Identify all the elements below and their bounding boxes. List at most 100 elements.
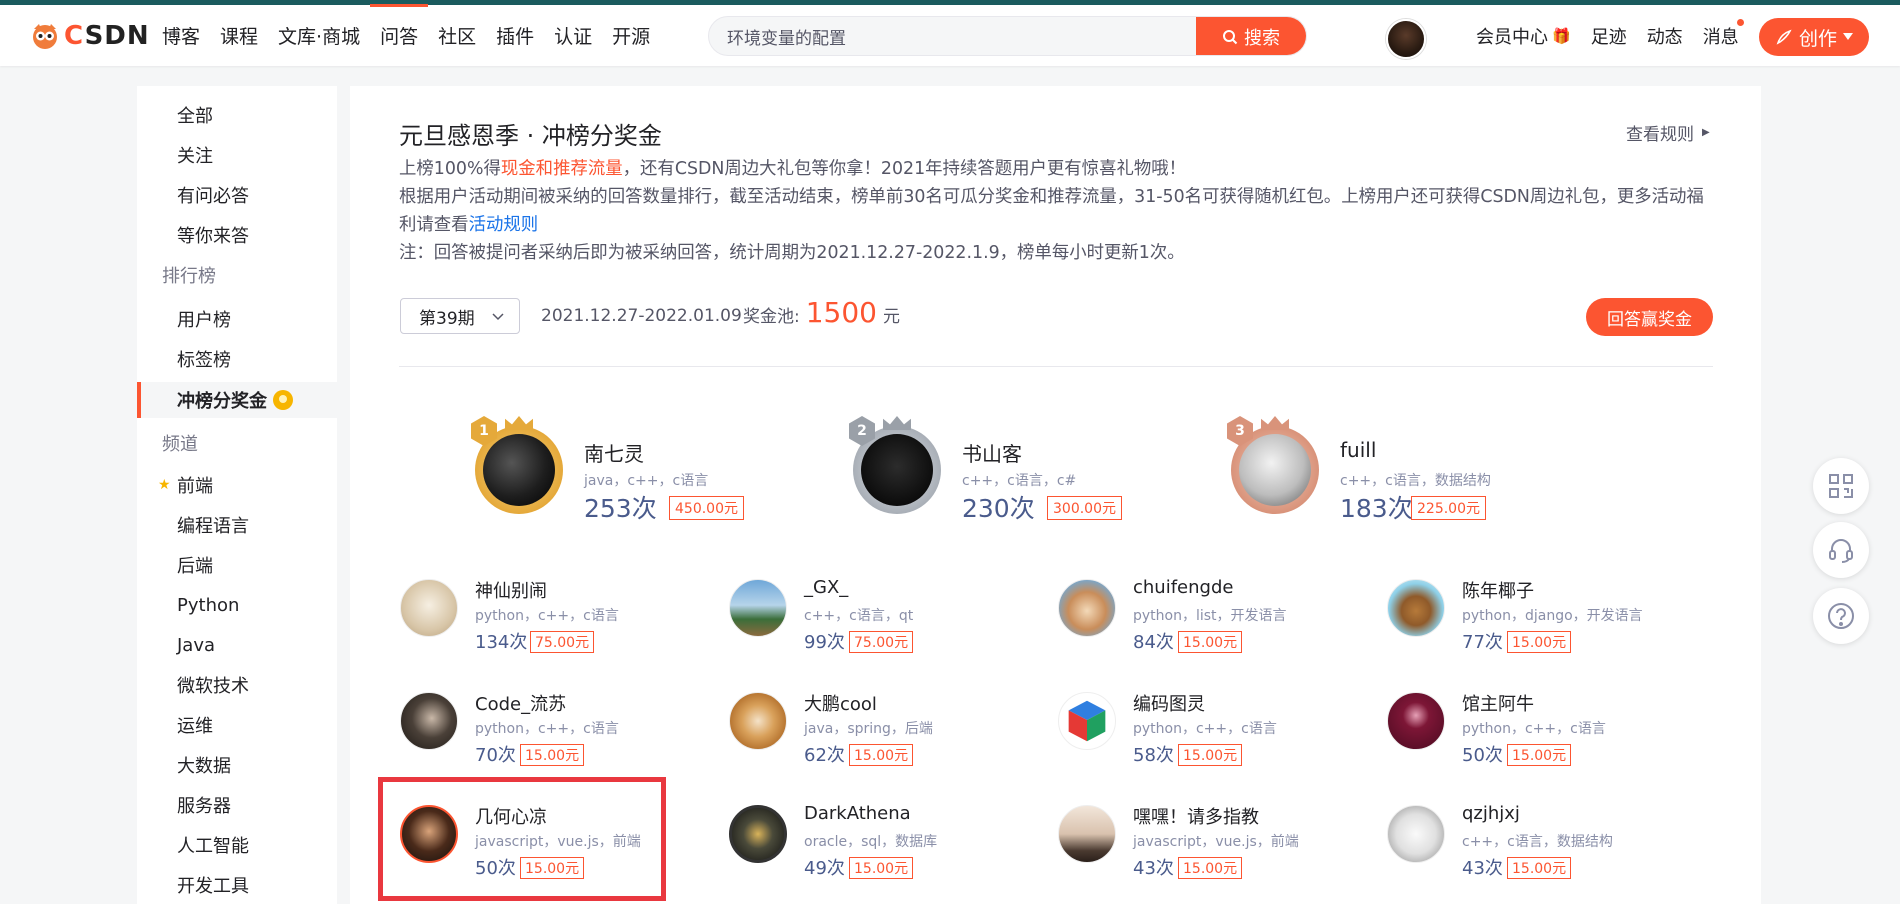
top-navigation-bar: CSDN 博客 课程 文库·商城 问答 社区 插件 认证 开源 搜索 会员中心 … (0, 4, 1900, 66)
sidebar-item-ops[interactable]: 运维 (137, 708, 337, 742)
avatar (1058, 805, 1116, 863)
avatar (1387, 692, 1445, 750)
view-rules-label: 查看规则 (1626, 125, 1694, 145)
customer-service-button[interactable] (1813, 522, 1869, 578)
create-button[interactable]: 创作 (1759, 18, 1869, 56)
ranked-user[interactable]: 陈年椰子 python，django，开发语言 77次 15.00元 (1387, 574, 1687, 669)
sidebar-group-channel: 频道 (162, 434, 198, 455)
view-rules-link[interactable]: 查看规则 ▶ (1626, 120, 1710, 145)
search-icon (1223, 30, 1238, 45)
bonus-amount: 15.00元 (1507, 631, 1572, 653)
search-button[interactable]: 搜索 (1196, 17, 1306, 55)
user-name: 神仙别闹 (475, 581, 547, 602)
sidebar-item-python[interactable]: Python (137, 588, 337, 622)
qrcode-button[interactable] (1813, 458, 1869, 514)
csdn-mascot-icon (33, 24, 57, 49)
footprint-link[interactable]: 足迹 (1581, 23, 1637, 49)
user-menu: 会员中心 🎁 足迹 动态 消息 (1466, 5, 1749, 66)
user-tags: c++，c语言，qt (804, 608, 914, 624)
sidebar-item-bonus-rank[interactable]: 冲榜分奖金 (137, 382, 337, 418)
help-button[interactable] (1813, 588, 1869, 644)
user-name: 几何心凉 (475, 807, 547, 828)
messages-label: 消息 (1702, 26, 1739, 48)
bonus-amount: 15.00元 (1178, 857, 1243, 879)
answer-win-bonus-button[interactable]: 回答赢奖金 (1586, 298, 1713, 336)
answer-count: 43次 (1133, 858, 1174, 879)
avatar (1058, 579, 1116, 637)
answer-count: 230次 (962, 494, 1035, 523)
ranked-user[interactable]: 大鹏cool java，spring，后端 62次 15.00元 (729, 687, 1029, 782)
ranked-user[interactable]: 嘿嘿！请多指教 javascript，vue.js，前端 43次 15.00元 (1058, 800, 1358, 895)
user-name: qzjhjxj (1462, 803, 1520, 824)
user-name: 大鹏cool (804, 694, 877, 715)
left-sidebar: 全部 关注 有问必答 等你来答 排行榜 用户榜 标签榜 冲榜分奖金 频道 ★ 前… (137, 86, 337, 904)
search-input[interactable] (709, 17, 1196, 55)
avatar (729, 692, 787, 750)
sidebar-item-tag-rank[interactable]: 标签榜 (137, 342, 337, 376)
chevron-down-icon (492, 313, 504, 321)
answer-count: 62次 (804, 745, 845, 766)
bonus-amount: 15.00元 (520, 744, 585, 766)
ranked-user[interactable]: 神仙别闹 python，c++，c语言 134次 75.00元 (400, 574, 700, 669)
user-avatar[interactable] (1386, 19, 1426, 59)
nav-blog[interactable]: 博客 (152, 5, 210, 66)
sidebar-item-user-rank[interactable]: 用户榜 (137, 302, 337, 336)
nav-opensource[interactable]: 开源 (602, 5, 660, 66)
nav-plugin[interactable]: 插件 (486, 5, 544, 66)
nav-library-mall[interactable]: 文库·商城 (268, 5, 370, 66)
sidebar-item-microsoft[interactable]: 微软技术 (137, 668, 337, 702)
sidebar-item-backend[interactable]: 后端 (137, 548, 337, 582)
ranked-user[interactable]: _GX_ c++，c语言，qt 99次 75.00元 (729, 574, 1029, 669)
answer-count: 49次 (804, 858, 845, 879)
ranked-user[interactable]: Code_流苏 python，c++，c语言 70次 15.00元 (400, 687, 700, 782)
answer-count: 43次 (1462, 858, 1503, 879)
top-user-2[interactable]: 2 书山客 c++，c语言，c# 230次 300.00元 (849, 416, 1169, 526)
gift-icon: 🎁 (1552, 26, 1571, 45)
ranked-user[interactable]: 编码图灵 python，c++，c语言 58次 15.00元 (1058, 687, 1358, 782)
user-name: 嘿嘿！请多指教 (1133, 807, 1259, 828)
bonus-amount: 450.00元 (669, 496, 744, 520)
sidebar-item-server[interactable]: 服务器 (137, 788, 337, 822)
activity-rules-link[interactable]: 活动规则 (469, 215, 539, 235)
top-user-3[interactable]: 3 fuill c++，c语言，数据结构 183次 225.00元 (1227, 416, 1547, 526)
sidebar-item-ai[interactable]: 人工智能 (137, 828, 337, 862)
user-tags: java，c++，c语言 (584, 473, 709, 489)
nav-community[interactable]: 社区 (428, 5, 486, 66)
top-user-1[interactable]: 1 南七灵 java，c++，c语言 253次 450.00元 (471, 416, 791, 526)
ranked-user[interactable]: 馆主阿牛 python，c++，c语言 50次 15.00元 (1387, 687, 1687, 782)
answer-count: 70次 (475, 745, 516, 766)
sidebar-item-java[interactable]: Java (137, 628, 337, 662)
sidebar-item-following[interactable]: 关注 (137, 138, 337, 172)
avatar (1058, 692, 1116, 750)
bonus-amount: 15.00元 (849, 744, 914, 766)
sidebar-item-ask-answer[interactable]: 有问必答 (137, 178, 337, 212)
user-tags: python，c++，c语言 (475, 721, 619, 737)
ranked-user[interactable]: DarkAthena oracle，sql，数据库 49次 15.00元 (729, 800, 1029, 895)
nav-courses[interactable]: 课程 (210, 5, 268, 66)
nav-qa[interactable]: 问答 (370, 4, 429, 66)
rank-ring: 3 (1227, 416, 1323, 516)
csdn-logo[interactable]: CSDN (30, 21, 150, 51)
description-text: ，还有CSDN周边大礼包等你拿！2021年持续答题用户更有惊喜礼物哦！ (622, 159, 1187, 179)
activity-link[interactable]: 动态 (1637, 23, 1693, 49)
ranked-user[interactable]: 几何心凉 javascript，vue.js，前端 50次 15.00元 (400, 800, 700, 895)
member-center-link[interactable]: 会员中心 🎁 (1466, 23, 1581, 49)
avatar (400, 805, 458, 863)
user-tags: java，spring，后端 (804, 721, 933, 737)
sidebar-item-awaiting[interactable]: 等你来答 (137, 218, 337, 252)
sidebar-item-programming[interactable]: 编程语言 (137, 508, 337, 542)
answer-count: 183次 (1340, 494, 1413, 523)
logo-text: CSDN (64, 21, 150, 51)
user-tags: c++，c语言，数据结构 (1340, 473, 1491, 489)
period-select-value: 第39期 (419, 308, 475, 329)
sidebar-item-devtools[interactable]: 开发工具 (137, 868, 337, 902)
nav-certification[interactable]: 认证 (544, 5, 602, 66)
sidebar-item-frontend[interactable]: ★ 前端 (137, 468, 337, 502)
messages-link[interactable]: 消息 (1693, 18, 1749, 49)
ranked-user[interactable]: chuifengde python，list，开发语言 84次 15.00元 (1058, 574, 1358, 669)
ranked-user[interactable]: qzjhjxj c++，c语言，数据结构 43次 15.00元 (1387, 800, 1687, 895)
sidebar-item-bigdata[interactable]: 大数据 (137, 748, 337, 782)
user-tags: python，list，开发语言 (1133, 608, 1287, 624)
period-select[interactable]: 第39期 (400, 298, 520, 334)
sidebar-item-all[interactable]: 全部 (137, 98, 337, 132)
